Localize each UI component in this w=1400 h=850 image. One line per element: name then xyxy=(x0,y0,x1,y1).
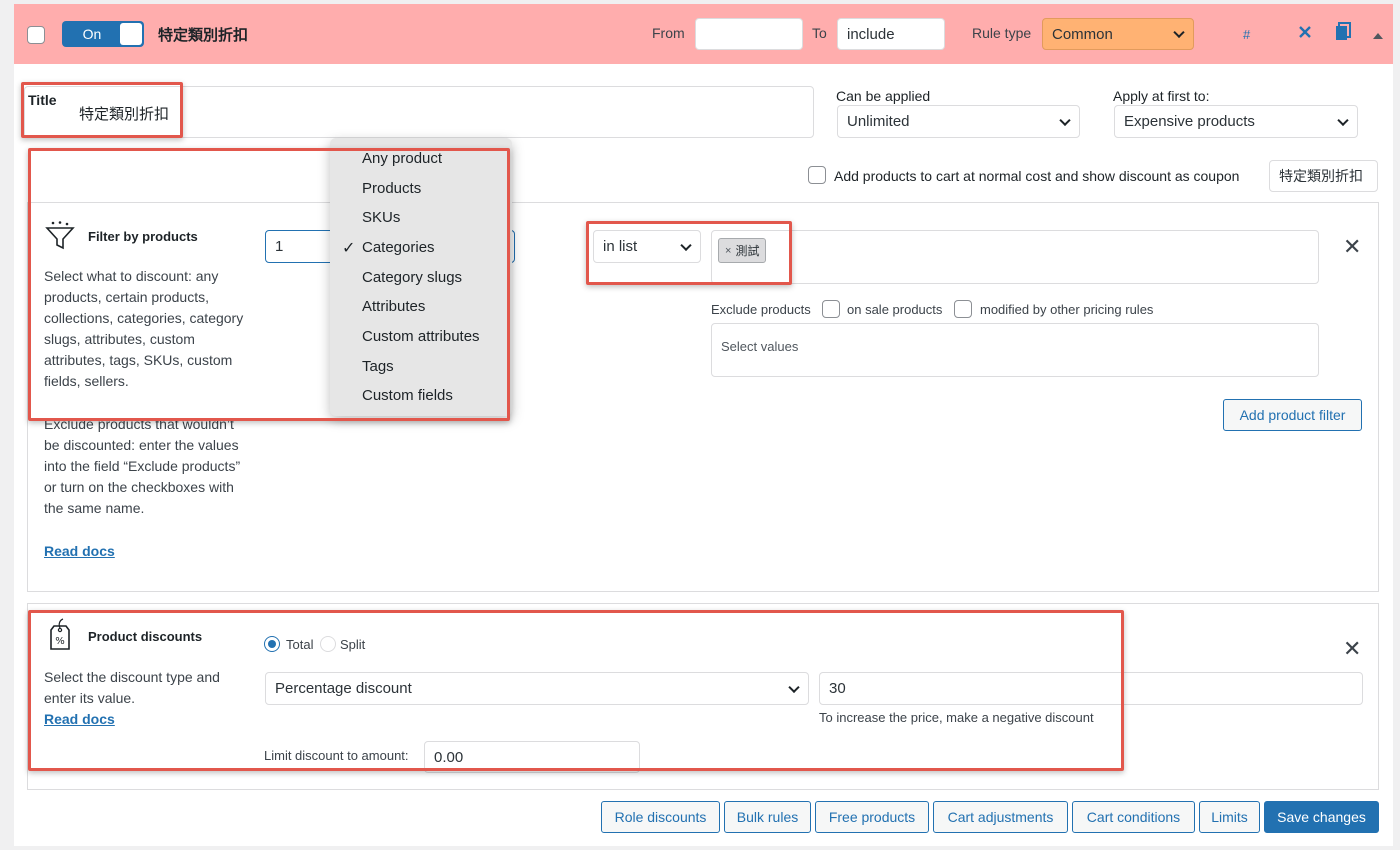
dropdown-item-selected[interactable]: Categories xyxy=(362,239,435,256)
dropdown-item[interactable]: Custom fields xyxy=(362,387,453,404)
discount-title: Product discounts xyxy=(88,629,203,644)
remove-discount-icon[interactable]: ✕ xyxy=(1343,638,1361,660)
to-date-input[interactable]: include xyxy=(837,18,945,50)
filter-value-tag[interactable]: × 測試 xyxy=(718,238,767,263)
role-discounts-button[interactable]: Role discounts xyxy=(601,801,720,833)
add-product-filter-button[interactable]: Add product filter xyxy=(1223,399,1362,431)
title-value[interactable]: 特定類別折扣 xyxy=(79,103,169,124)
coupon-label: Add products to cart at normal cost and … xyxy=(834,168,1240,184)
dropdown-item[interactable]: Attributes xyxy=(362,298,425,315)
filter-title: Filter by products xyxy=(88,229,198,244)
discount-read-docs-link[interactable]: Read docs xyxy=(44,711,115,727)
filter-funnel-icon xyxy=(44,220,76,255)
filter-read-docs-link[interactable]: Read docs xyxy=(44,543,115,559)
coupon-name-input[interactable]: 特定類別折扣 xyxy=(1269,160,1378,192)
filter-values-input[interactable]: × 測試 xyxy=(711,230,1319,284)
save-changes-button[interactable]: Save changes xyxy=(1264,801,1379,833)
on-sale-label: on sale products xyxy=(847,302,943,317)
chevron-down-icon xyxy=(1173,26,1185,39)
chevron-down-icon xyxy=(680,239,692,251)
price-tag-icon: % xyxy=(48,618,72,655)
modified-rules-checkbox[interactable] xyxy=(954,300,972,318)
rule-type-value: Common xyxy=(1052,25,1113,43)
delete-rule-icon[interactable] xyxy=(1296,23,1314,44)
on-sale-checkbox[interactable] xyxy=(822,300,840,318)
radio-total-label: Total xyxy=(286,637,314,652)
dropdown-item[interactable]: Tags xyxy=(362,358,394,375)
apply-first-label: Apply at first to: xyxy=(1113,88,1210,104)
rule-type-label: Rule type xyxy=(972,25,1032,41)
modified-rules-label: modified by other pricing rules xyxy=(980,302,1154,317)
discount-type-select[interactable]: Percentage discount xyxy=(265,672,809,705)
limits-button[interactable]: Limits xyxy=(1199,801,1260,833)
can-be-applied-select[interactable]: Unlimited xyxy=(837,105,1080,138)
checkmark-icon: ✓ xyxy=(342,240,356,257)
free-products-button[interactable]: Free products xyxy=(815,801,929,833)
filter-exclude-description: Exclude products that wouldn’t be discou… xyxy=(44,416,241,516)
from-label: From xyxy=(652,25,685,41)
chevron-down-icon xyxy=(1059,114,1071,126)
exclude-values-input[interactable]: Select values xyxy=(711,323,1319,377)
filter-type-dropdown[interactable]: Any product Products SKUs ✓ Categories C… xyxy=(330,138,512,416)
toggle-knob xyxy=(120,23,142,45)
dropdown-item[interactable]: SKUs xyxy=(362,209,400,226)
toggle-label: On xyxy=(82,26,102,42)
dropdown-item[interactable]: Custom attributes xyxy=(362,328,480,345)
can-be-applied-value: Unlimited xyxy=(847,113,910,130)
title-label: Title xyxy=(28,92,57,108)
rule-type-select[interactable]: Common xyxy=(1042,18,1194,50)
filter-operator-value: in list xyxy=(603,238,638,255)
dropdown-item[interactable]: Products xyxy=(362,180,421,197)
filter-tag-label: 測試 xyxy=(735,244,760,258)
rule-hash-link[interactable]: # xyxy=(1243,27,1250,42)
collapse-arrow-icon[interactable] xyxy=(1373,27,1383,43)
discount-amount-input[interactable]: 30 xyxy=(819,672,1363,705)
rule-name: 特定類別折扣 xyxy=(158,27,249,44)
remove-filter-icon[interactable]: ✕ xyxy=(1343,236,1361,258)
limit-discount-label: Limit discount to amount: xyxy=(264,748,409,763)
limit-discount-input[interactable]: 0.00 xyxy=(424,741,640,773)
copy-rule-icon[interactable] xyxy=(1334,22,1352,45)
dropdown-item[interactable]: Category slugs xyxy=(362,269,462,286)
apply-first-value: Expensive products xyxy=(1124,113,1255,130)
can-be-applied-label: Can be applied xyxy=(836,88,931,104)
remove-tag-icon[interactable]: × xyxy=(725,245,731,257)
discount-type-value: Percentage discount xyxy=(275,680,412,697)
apply-first-select[interactable]: Expensive products xyxy=(1114,105,1358,138)
radio-split[interactable] xyxy=(320,636,336,652)
cart-conditions-button[interactable]: Cart conditions xyxy=(1072,801,1195,833)
rule-select-checkbox[interactable] xyxy=(27,26,45,44)
chevron-down-icon xyxy=(1337,114,1349,126)
dropdown-item[interactable]: Any product xyxy=(362,150,442,167)
svg-text:%: % xyxy=(55,636,65,647)
chevron-down-icon xyxy=(788,681,800,693)
bulk-rules-button[interactable]: Bulk rules xyxy=(724,801,811,833)
from-date-input[interactable] xyxy=(695,18,803,50)
filter-description: Select what to discount: any products, c… xyxy=(44,268,244,389)
to-label: To xyxy=(812,25,827,41)
exclude-products-label: Exclude products xyxy=(711,302,811,317)
discount-description: Select the discount type and enter its v… xyxy=(44,669,220,706)
radio-total[interactable] xyxy=(264,636,280,652)
cart-adjustments-button[interactable]: Cart adjustments xyxy=(933,801,1068,833)
discount-hint: To increase the price, make a negative d… xyxy=(819,710,1094,725)
filter-operator-select[interactable]: in list xyxy=(593,230,701,263)
radio-split-label: Split xyxy=(340,637,366,652)
coupon-checkbox[interactable] xyxy=(808,166,826,184)
rule-enabled-toggle[interactable]: On xyxy=(62,21,144,47)
